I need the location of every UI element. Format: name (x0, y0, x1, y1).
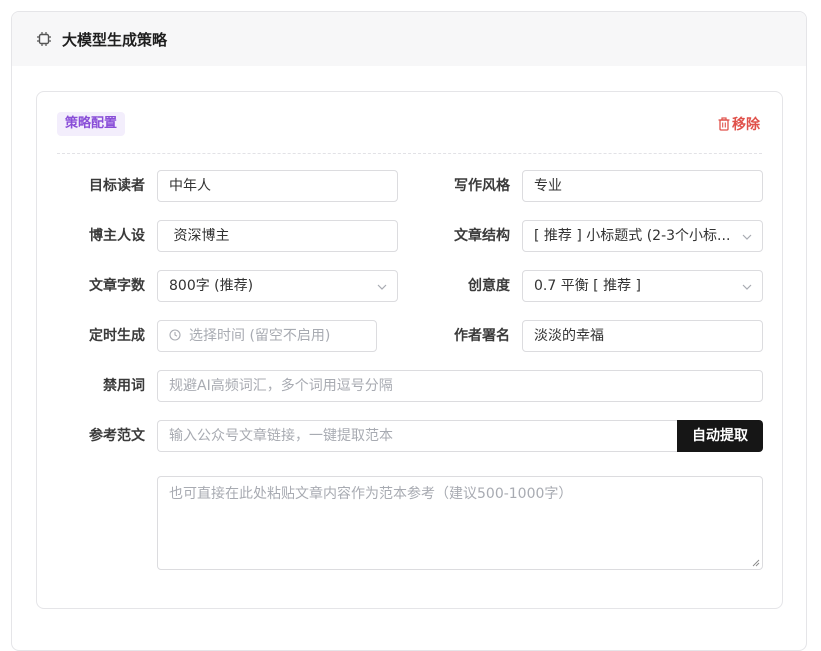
reference-label: 参考范文 (89, 428, 145, 444)
chevron-down-icon (742, 234, 752, 240)
trash-icon (718, 117, 730, 131)
writing-style-label: 写作风格 (454, 178, 510, 194)
blogger-persona-input[interactable]: 资深博主 (157, 220, 398, 252)
creativity-select[interactable]: 0.7 平衡 [ 推荐 ] (522, 270, 763, 302)
creativity-value: 0.7 平衡 [ 推荐 ] (534, 278, 641, 294)
remove-label: 移除 (732, 117, 760, 133)
author-signature-label: 作者署名 (454, 328, 510, 344)
article-structure-value: [ 推荐 ] 小标题式 (2-3个小标... (534, 228, 731, 244)
scheduled-time-picker[interactable]: 选择时间 (留空不启用) (157, 320, 377, 352)
word-count-label: 文章字数 (89, 278, 145, 294)
strategy-config-tag: 策略配置 (57, 112, 126, 136)
banned-words-label: 禁用词 (103, 378, 145, 394)
target-reader-input[interactable]: 中年人 (157, 170, 398, 202)
word-count-value: 800字 (推荐) (169, 278, 254, 294)
resize-handle-icon[interactable] (752, 559, 760, 567)
banned-words-input[interactable]: 规避AI高频词汇，多个词用逗号分隔 (157, 370, 763, 402)
blogger-persona-label: 博主人设 (89, 228, 145, 244)
chip-icon (37, 32, 51, 46)
chevron-down-icon (742, 284, 752, 290)
chevron-down-icon (377, 284, 387, 290)
target-reader-label: 目标读者 (89, 178, 145, 194)
word-count-select[interactable]: 800字 (推荐) (157, 270, 398, 302)
auto-extract-button[interactable]: 自动提取 (677, 420, 763, 452)
reference-textarea-placeholder: 也可直接在此处粘贴文章内容作为范本参考（建议500-1000字） (169, 486, 573, 502)
clock-icon (169, 329, 181, 341)
strategy-panel: 大模型生成策略 策略配置 移除 目标读者 中年人 写作风格 专业 博主人设 资深… (11, 11, 807, 651)
reference-textarea[interactable]: 也可直接在此处粘贴文章内容作为范本参考（建议500-1000字） (157, 476, 763, 570)
divider (57, 153, 762, 154)
panel-title: 大模型生成策略 (62, 30, 168, 49)
remove-button[interactable]: 移除 (717, 114, 760, 134)
scheduled-placeholder: 选择时间 (留空不启用) (189, 328, 331, 344)
creativity-label: 创意度 (468, 278, 510, 294)
article-structure-select[interactable]: [ 推荐 ] 小标题式 (2-3个小标... (522, 220, 763, 252)
strategy-card: 策略配置 移除 目标读者 中年人 写作风格 专业 博主人设 资深博主 文章结构 … (36, 91, 783, 609)
article-structure-label: 文章结构 (454, 228, 510, 244)
author-signature-input[interactable]: 淡淡的幸福 (522, 320, 763, 352)
writing-style-input[interactable]: 专业 (522, 170, 763, 202)
scheduled-label: 定时生成 (89, 328, 145, 344)
panel-header: 大模型生成策略 (12, 12, 806, 66)
reference-url-input[interactable]: 输入公众号文章链接，一键提取范本 (157, 420, 679, 452)
